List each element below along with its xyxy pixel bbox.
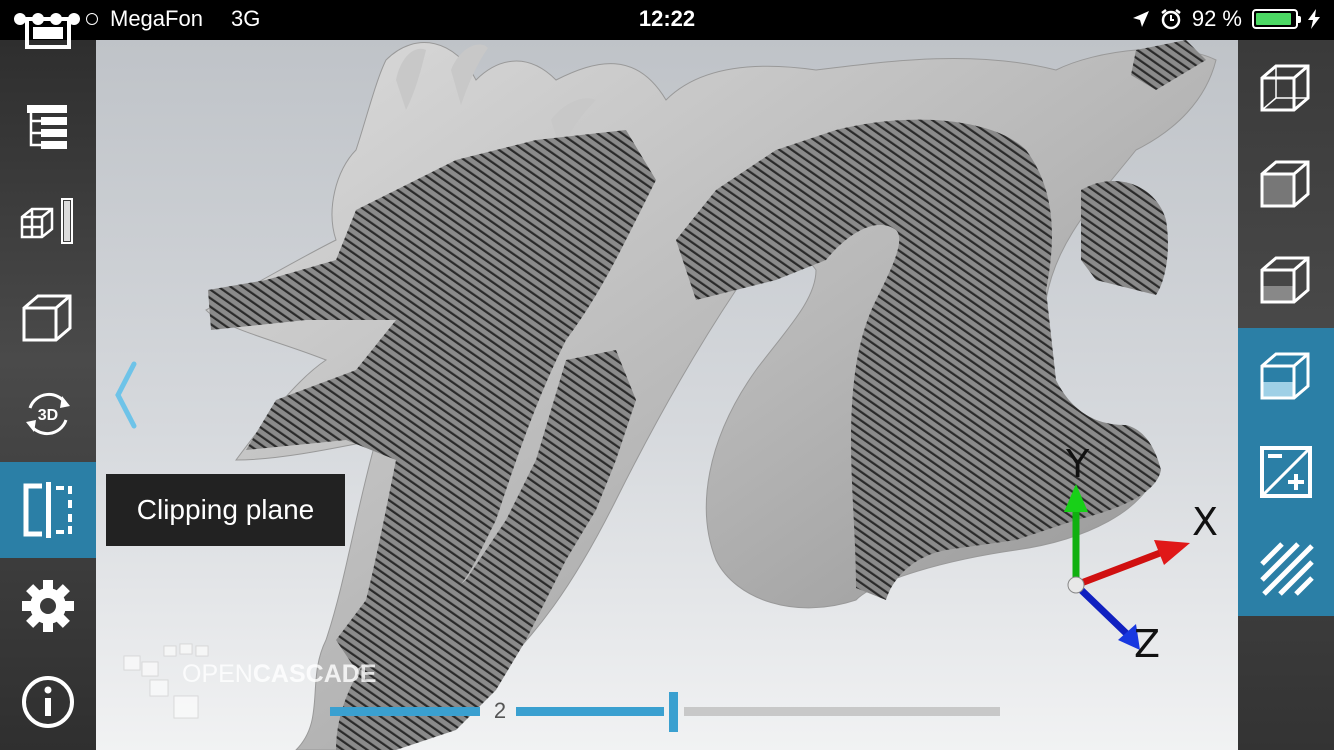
status-bar: MegaFon 3G 12:22 92 % <box>0 0 1334 40</box>
axis-label-x: X <box>1192 500 1219 544</box>
display-transparent-button[interactable] <box>1238 328 1334 424</box>
battery-icon <box>1252 9 1301 29</box>
battery-percent: 92 % <box>1191 6 1242 31</box>
import-button[interactable] <box>0 0 96 88</box>
display-transparent-icon <box>1260 352 1310 400</box>
import-icon <box>25 17 71 49</box>
slider-value: 2 <box>493 698 507 723</box>
settings-button[interactable] <box>0 558 96 654</box>
display-shaded-edges-button[interactable] <box>1238 232 1334 328</box>
3d-viewport[interactable]: OPENCASCADE Y X Z 2 <box>96 40 1238 750</box>
slider-thumb[interactable] <box>669 692 678 732</box>
add-clipping-plane-button[interactable] <box>1238 424 1334 520</box>
clipping-section <box>1081 181 1168 295</box>
wireframe-cube-icon <box>22 294 72 342</box>
axis-label-y: Y <box>1066 442 1090 486</box>
model-tree-button[interactable] <box>0 78 96 174</box>
settings-gear-icon <box>22 580 74 632</box>
watermark-text-light: OPEN <box>182 660 253 688</box>
watermark-text-bold: CASCADE <box>252 660 377 688</box>
explode-button[interactable] <box>0 174 96 270</box>
slider-track-right <box>684 707 1000 716</box>
status-right: 92 % <box>1132 6 1320 32</box>
clipping-plane-slider[interactable]: 2 <box>330 690 1010 734</box>
info-button[interactable] <box>0 654 96 750</box>
collapse-panel-arrow[interactable] <box>110 360 140 435</box>
explode-icon <box>20 198 73 244</box>
rotate-3d-icon: 3D <box>26 392 70 436</box>
axis-label-z: Z <box>1134 622 1161 666</box>
watermark-text: OPENCASCADE <box>182 660 376 689</box>
info-icon <box>22 676 74 728</box>
left-toolbar: 3D <box>0 17 96 750</box>
alarm-clock-icon <box>1161 9 1181 30</box>
wireframe-view-button[interactable] <box>0 270 96 366</box>
clipping-plane-icon <box>23 482 72 538</box>
clipping-plane-tooltip: Clipping plane <box>106 474 345 546</box>
display-shaded-icon <box>1260 160 1310 208</box>
model-tree-icon <box>27 105 67 149</box>
display-shaded-edges-icon <box>1260 256 1310 304</box>
hatching-icon <box>1260 542 1314 596</box>
display-wireframe-button[interactable] <box>1238 40 1334 136</box>
svg-text:3D: 3D <box>38 407 58 424</box>
charging-bolt-icon <box>1308 9 1320 29</box>
display-shaded-button[interactable] <box>1238 136 1334 232</box>
hatching-button[interactable] <box>1238 520 1334 616</box>
rotate-3d-button[interactable]: 3D <box>0 366 96 462</box>
clipping-plane-button[interactable] <box>0 462 96 558</box>
chevron-left-icon <box>115 361 137 429</box>
slider-track-mid <box>516 707 664 716</box>
display-wireframe-icon <box>1260 64 1310 112</box>
add-clipping-plane-icon <box>1260 446 1312 498</box>
location-arrow-icon <box>1132 11 1149 27</box>
slider-track-left <box>330 707 480 716</box>
right-toolbar <box>1238 40 1334 750</box>
